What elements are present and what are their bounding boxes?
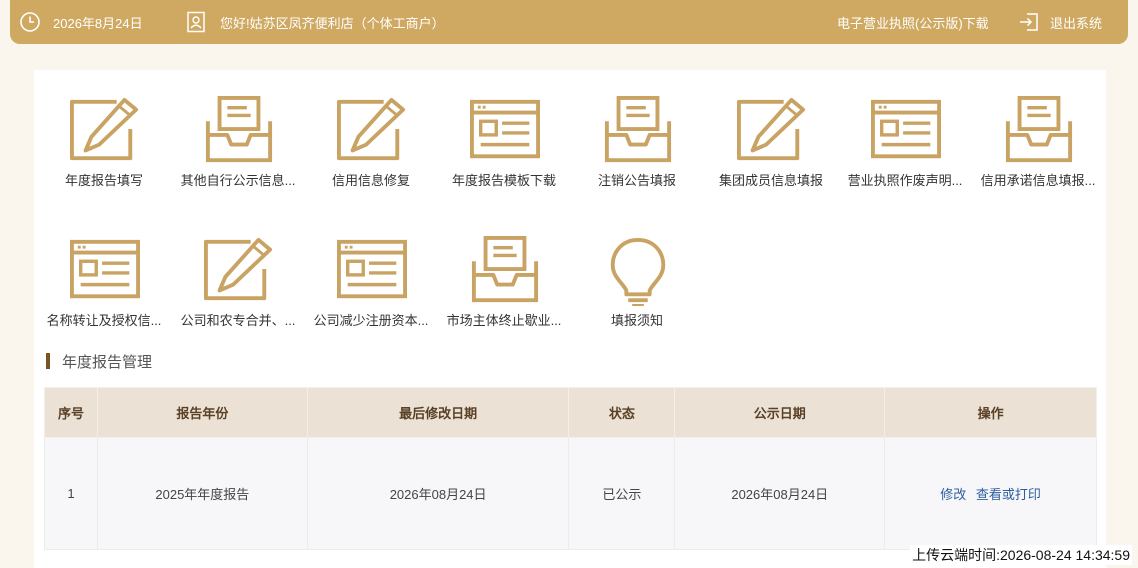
tile-label: 市场主体终止歇业...	[446, 313, 562, 328]
current-date: 2026年8月24日	[53, 15, 143, 31]
license-download-link[interactable]: 电子营业执照(公示版)下载	[837, 0, 989, 44]
column-header: 公示日期	[674, 387, 886, 438]
column-header: 最后修改日期	[306, 387, 570, 438]
inbox-tray-icon	[471, 236, 539, 303]
tile-business-suspension[interactable]: 市场主体终止歇业...	[440, 236, 568, 336]
cell-index: 1	[44, 437, 98, 550]
pencil-doc-icon	[737, 97, 806, 161]
tile-other-disclosure[interactable]: 其他自行公示信息...	[174, 96, 302, 196]
column-header: 操作	[884, 387, 1097, 438]
table-header-row: 序号 报告年份 最后修改日期 状态 公示日期 操作	[44, 387, 1097, 438]
browser-form-icon	[337, 239, 407, 299]
tile-label: 公司减少注册资本...	[313, 313, 429, 328]
tile-annual-report-fill[interactable]: 年度报告填写	[40, 96, 168, 196]
license-download-label: 电子营业执照(公示版)下载	[837, 15, 989, 31]
tile-label: 填报须知	[610, 313, 663, 328]
user-greeting: 您好!姑苏区凤齐便利店（个体工商户）	[186, 0, 445, 44]
tile-label: 其他自行公示信息...	[180, 173, 296, 188]
column-header: 状态	[568, 387, 676, 438]
cell-status: 已公示	[568, 437, 676, 550]
section-title: 年度报告管理	[46, 350, 152, 372]
tile-label: 公司和农专合并、...	[180, 313, 296, 328]
browser-form-icon	[470, 99, 540, 159]
tile-filing-notice[interactable]: 填报须知	[573, 236, 701, 336]
tile-label: 信用承诺信息填报...	[980, 173, 1096, 188]
tile-label: 年度报告填写	[64, 173, 143, 188]
annual-report-table: 序号 报告年份 最后修改日期 状态 公示日期 操作 1 2025年年度报告 20…	[44, 387, 1097, 550]
tile-label: 名称转让及授权信...	[46, 313, 162, 328]
tile-capital-reduction[interactable]: 公司减少注册资本...	[307, 236, 435, 336]
browser-form-icon	[871, 99, 941, 159]
tile-label: 注销公告填报	[597, 173, 676, 188]
logout-icon	[1020, 13, 1038, 31]
tile-template-download[interactable]: 年度报告模板下载	[440, 96, 568, 196]
lightbulb-icon	[610, 237, 666, 306]
tile-merger[interactable]: 公司和农专合并、...	[174, 236, 302, 336]
tile-group-member[interactable]: 集团成员信息填报	[707, 96, 835, 196]
pencil-doc-icon	[69, 97, 139, 161]
tile-credit-repair[interactable]: 信用信息修复	[307, 96, 435, 196]
tile-label: 集团成员信息填报	[718, 173, 823, 188]
tile-credit-commitment[interactable]: 信用承诺信息填报...	[974, 96, 1102, 196]
inbox-tray-icon	[1005, 96, 1073, 163]
cell-published-date: 2026年08月24日	[674, 437, 886, 550]
upload-timestamp: 上传云端时间:2026-08-24 14:34:59	[910, 545, 1132, 565]
inbox-tray-icon	[604, 96, 672, 163]
cell-actions: 修改 查看或打印	[884, 437, 1097, 550]
cell-report-year: 2025年年度报告	[96, 437, 308, 550]
top-bar: 2026年8月24日 您好!姑苏区凤齐便利店（个体工商户） 电子营业执照(公示版…	[10, 0, 1128, 44]
tile-name-transfer[interactable]: 名称转让及授权信...	[40, 236, 168, 336]
tile-label: 年度报告模板下载	[451, 173, 556, 188]
column-header: 序号	[44, 387, 98, 438]
section-title-text: 年度报告管理	[62, 353, 153, 371]
tile-label: 信用信息修复	[331, 173, 410, 188]
user-card-icon	[187, 11, 205, 33]
inbox-tray-icon	[205, 96, 273, 163]
pencil-doc-icon	[337, 97, 406, 161]
column-header: 报告年份	[96, 387, 308, 438]
logout-label: 退出系统	[1050, 15, 1103, 31]
edit-link[interactable]: 修改	[940, 487, 966, 502]
table-row: 1 2025年年度报告 2026年08月24日 已公示 2026年08月24日 …	[44, 437, 1097, 550]
cell-modified-date: 2026年08月24日	[306, 437, 570, 550]
clock-icon	[20, 12, 40, 32]
section-marker	[46, 353, 50, 369]
tile-label: 营业执照作废声明...	[847, 173, 963, 188]
tile-cancellation-notice[interactable]: 注销公告填报	[573, 96, 701, 196]
date-display: 2026年8月24日	[19, 0, 143, 44]
tile-license-void[interactable]: 营业执照作废声明...	[841, 96, 969, 196]
view-print-link[interactable]: 查看或打印	[976, 487, 1041, 502]
pencil-doc-icon	[203, 237, 273, 301]
logout-button[interactable]: 退出系统	[1018, 0, 1102, 44]
greeting-text: 您好!姑苏区凤齐便利店（个体工商户）	[220, 15, 445, 31]
browser-form-icon	[69, 239, 141, 299]
